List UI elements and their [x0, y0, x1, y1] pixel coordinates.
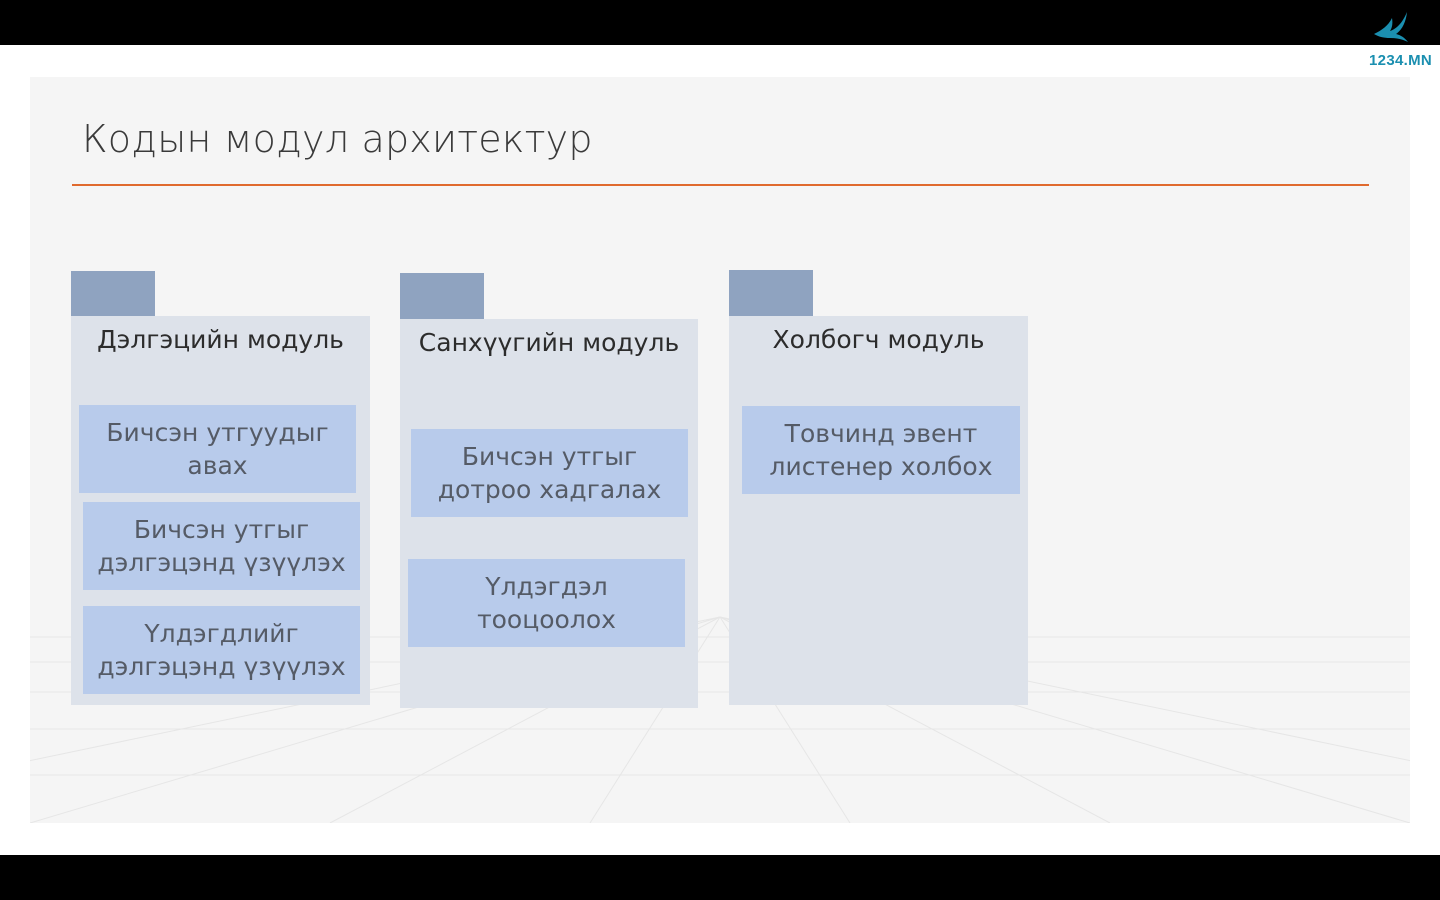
module-tab-finance [400, 273, 484, 319]
module-connector: Холбогч модуль Товчинд эвент листенер хо… [729, 316, 1028, 705]
item-line: Үлдэгдэл [485, 572, 608, 601]
module-tab-display [71, 271, 155, 317]
slide-title: Кодын модул архитектур [82, 117, 593, 161]
bird-icon [1374, 12, 1408, 42]
item-line: дэлгэцэнд үзүүлэх [97, 548, 346, 577]
item-line: тооцоолох [477, 605, 616, 634]
brand-logo: 1234.MN [1354, 4, 1434, 69]
video-frame: 1234.MN Кодын модул архитектур Дэлгэцийн… [0, 0, 1440, 900]
item-line: Үлдэгдлийг [144, 619, 299, 648]
item-bind-event-listener: Товчинд эвент листенер холбох [742, 406, 1020, 494]
item-line: Бичсэн утгуудыг [106, 418, 329, 447]
item-line: Бичсэн утгыг [133, 515, 310, 544]
item-line: Бичсэн утгыг [461, 442, 638, 471]
item-store-value: Бичсэн утгыг дотроо хадгалах [411, 429, 688, 517]
item-line: Товчинд эвент [784, 419, 978, 448]
item-line: авах [187, 451, 248, 480]
item-line: дотроо хадгалах [437, 475, 662, 504]
module-title-finance: Санхүүгийн модуль [418, 328, 680, 357]
bottom-letterbox-bar [0, 855, 1440, 900]
item-show-input-value: Бичсэн утгыг дэлгэцэнд үзүүлэх [83, 502, 360, 590]
module-finance: Санхүүгийн модуль Бичсэн утгыг дотроо ха… [400, 319, 698, 708]
item-line: дэлгэцэнд үзүүлэх [97, 652, 346, 681]
top-letterbox-bar [0, 0, 1440, 45]
module-title-display: Дэлгэцийн модуль [97, 325, 344, 354]
module-tab-connector [729, 270, 813, 316]
item-get-input-values: Бичсэн утгуудыг авах [79, 405, 356, 493]
brand-logo-text: 1234.MN [1369, 52, 1432, 69]
item-calculate-balance: Үлдэгдэл тооцоолох [408, 559, 685, 647]
item-line: листенер холбох [769, 452, 993, 481]
presentation-slide: Кодын модул архитектур Дэлгэцийн модуль … [30, 77, 1410, 823]
title-underline [72, 184, 1369, 186]
module-display: Дэлгэцийн модуль Бичсэн утгуудыг авах Би… [71, 316, 370, 705]
item-show-balance: Үлдэгдлийг дэлгэцэнд үзүүлэх [83, 606, 360, 694]
module-title-connector: Холбогч модуль [772, 325, 985, 354]
